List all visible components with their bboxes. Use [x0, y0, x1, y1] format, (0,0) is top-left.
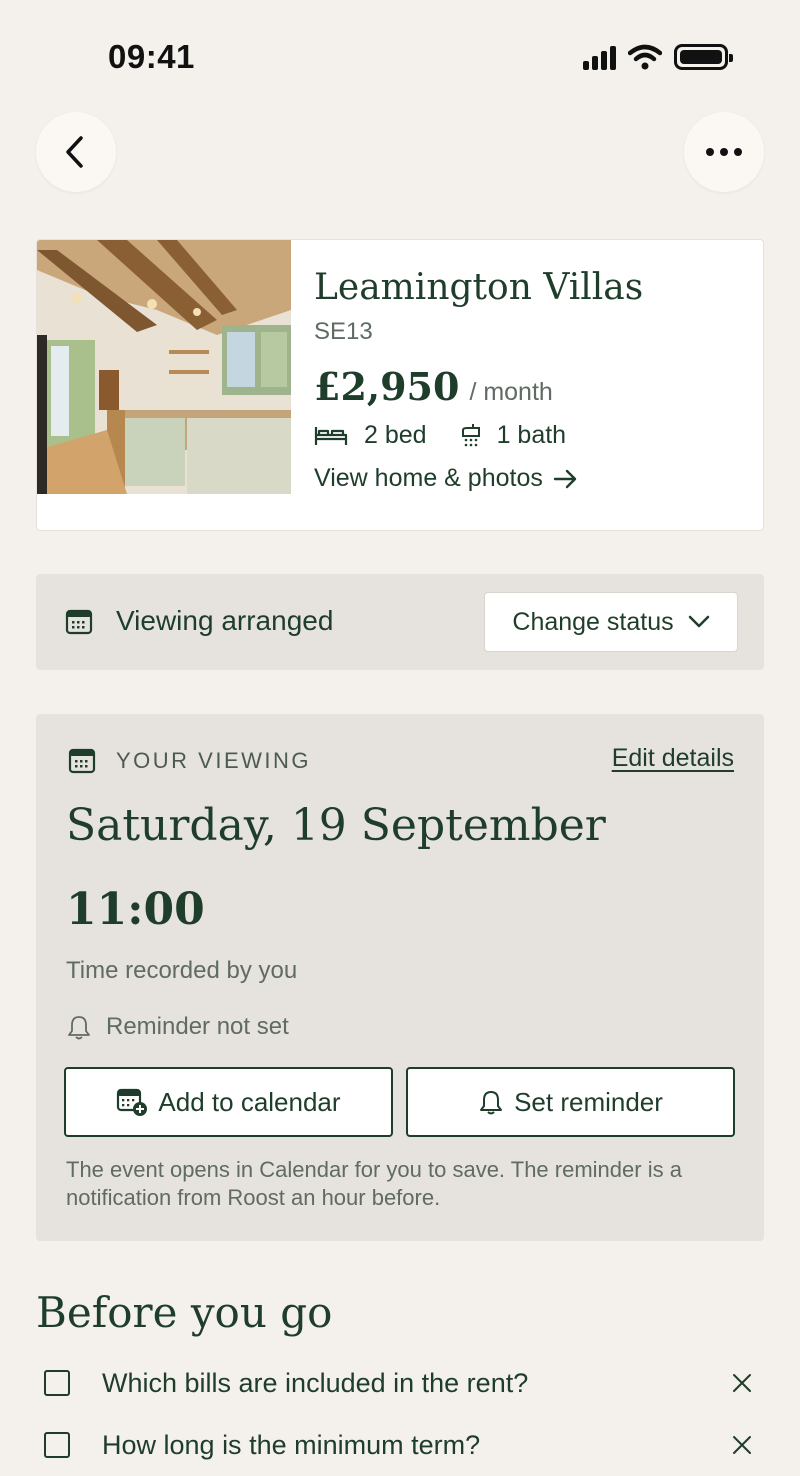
chevron-down-icon	[688, 615, 709, 628]
bell-icon	[480, 1091, 503, 1115]
listing-area: SE13	[314, 318, 373, 345]
price-row: £2,950 / month	[314, 364, 747, 409]
add-to-calendar-label: Add to calendar	[158, 1086, 341, 1117]
reminder-status-label: Reminder not set	[106, 1013, 289, 1040]
close-icon[interactable]	[730, 1433, 754, 1457]
status-icons	[583, 44, 733, 70]
ellipsis-icon	[706, 148, 742, 156]
checklist-checkbox[interactable]	[44, 1432, 70, 1458]
status-bar: 09:41	[0, 0, 800, 110]
edit-details-link[interactable]: Edit details	[612, 744, 734, 773]
viewing-section-label: YOUR VIEWING	[116, 748, 312, 773]
before-you-go-title: Before you go	[36, 1288, 333, 1337]
listing-info: Leamington Villas SE13 £2,950 / month 2 …	[314, 264, 747, 493]
beds-feature: 2 bed	[314, 421, 427, 450]
change-status-label: Change status	[512, 607, 674, 636]
viewing-footnote: The event opens in Calendar for you to s…	[66, 1157, 682, 1210]
baths-feature: 1 bath	[459, 421, 567, 450]
change-status-button[interactable]: Change status	[484, 592, 738, 652]
wifi-icon	[628, 44, 662, 70]
chevron-left-icon	[66, 136, 83, 168]
arrow-right-icon	[553, 469, 577, 488]
set-reminder-button[interactable]: Set reminder	[406, 1067, 735, 1137]
calendar-icon	[68, 748, 96, 774]
calendar-icon	[65, 609, 93, 635]
listing-name: Leamington Villas	[314, 267, 644, 308]
checklist-item-text: Which bills are included in the rent?	[102, 1367, 529, 1398]
reminder-status: Reminder not set	[66, 1013, 289, 1041]
status-text: Viewing arranged	[116, 605, 334, 636]
set-reminder-label: Set reminder	[514, 1086, 663, 1117]
listing-features: 2 bed 1 bath	[314, 421, 747, 450]
price-period: / month	[469, 378, 553, 406]
bed-icon	[314, 426, 348, 445]
checklist-item: Which bills are included in the rent?	[44, 1358, 764, 1408]
view-home-label: View home & photos	[314, 464, 543, 492]
bell-icon	[68, 1016, 90, 1040]
calendar-add-icon	[117, 1088, 148, 1116]
beds-label: 2 bed	[364, 421, 427, 449]
cellular-signal-icon	[583, 44, 616, 70]
checklist-checkbox[interactable]	[44, 1370, 70, 1396]
baths-label: 1 bath	[496, 421, 567, 449]
time-note: Time recorded by you	[66, 957, 298, 984]
listing-price: £2,950	[314, 364, 460, 409]
checklist-item-text: How long is the minimum term?	[102, 1429, 481, 1460]
checklist-item: How long is the minimum term?	[44, 1420, 764, 1470]
battery-icon	[674, 44, 733, 70]
close-icon[interactable]	[730, 1371, 754, 1395]
status-time: 09:41	[108, 38, 195, 75]
viewing-date: Saturday, 19 September	[66, 800, 606, 851]
status-panel: Viewing arranged Change status	[36, 574, 764, 670]
shower-icon	[461, 423, 480, 446]
add-to-calendar-button[interactable]: Add to calendar	[64, 1067, 393, 1137]
back-button[interactable]	[36, 112, 116, 192]
viewing-time: 11:00	[66, 884, 205, 935]
more-options-button[interactable]	[684, 112, 764, 192]
listing-card[interactable]: Leamington Villas SE13 £2,950 / month 2 …	[36, 239, 764, 531]
listing-photo[interactable]	[37, 240, 291, 494]
viewing-card: YOUR VIEWING Edit details Saturday, 19 S…	[36, 714, 764, 1241]
view-home-link[interactable]: View home & photos	[314, 464, 747, 493]
